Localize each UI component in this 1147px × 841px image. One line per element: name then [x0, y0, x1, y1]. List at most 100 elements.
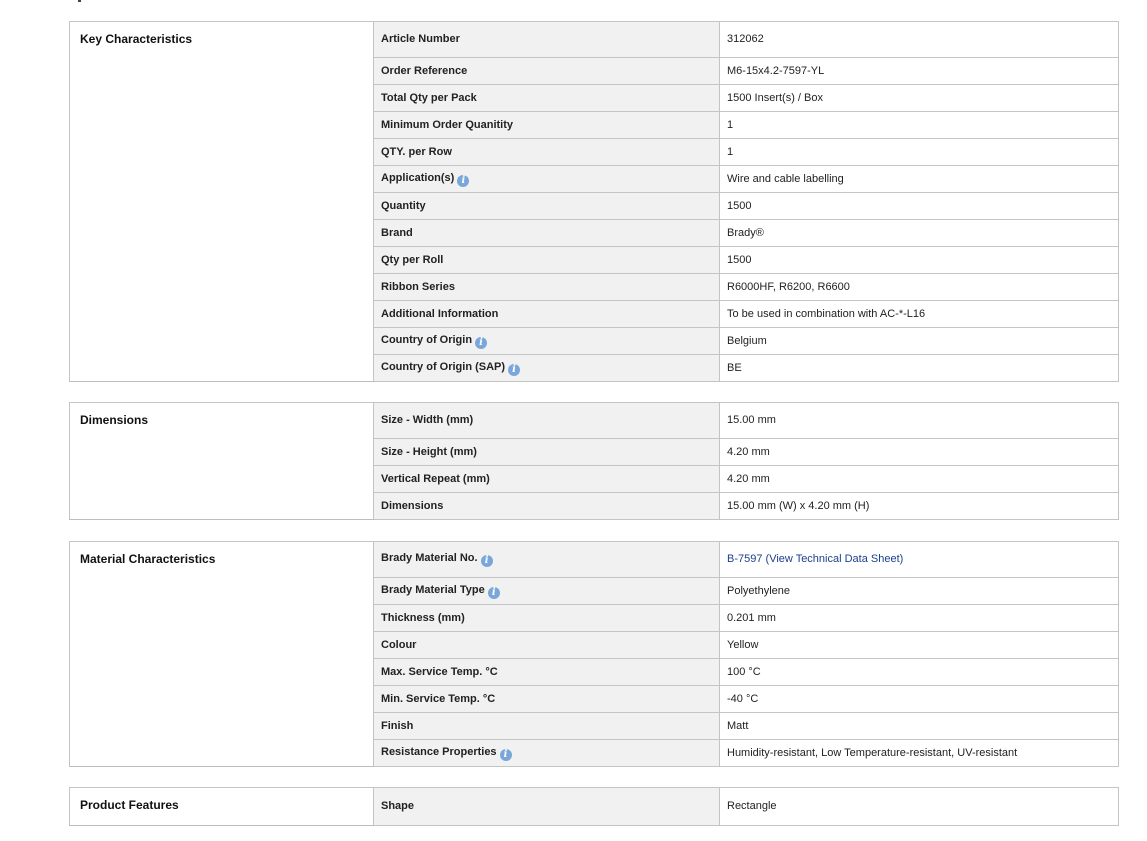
property-label-cell: Minimum Order Quanitity	[373, 111, 720, 139]
property-label-cell: Shape	[373, 787, 720, 826]
property-value: Brady®	[727, 226, 764, 239]
property-value-cell: 0.201 mm	[719, 604, 1119, 632]
property-label-cell: Dimensions	[373, 492, 720, 520]
property-label-cell: Brady Material No. i	[373, 541, 720, 578]
property-label-cell: Min. Service Temp. °C	[373, 685, 720, 713]
table-row: Key Characteristics Article Number 312062	[69, 21, 1119, 382]
property-value-cell: BE	[719, 354, 1119, 382]
property-value-cell: 1500	[719, 192, 1119, 220]
property-label: Total Qty per Pack	[381, 91, 477, 104]
property-value: To be used in combination with AC-*-L16	[727, 307, 926, 320]
property-label: Brady Material No.	[381, 552, 478, 564]
property-label: Min. Service Temp. °C	[381, 692, 496, 705]
info-icon[interactable]: i	[487, 586, 500, 599]
technical-data-sheet-link[interactable]: B-7597 (View Technical Data Sheet)	[727, 553, 903, 565]
property-value: Matt	[727, 719, 749, 732]
info-icon[interactable]: i	[475, 336, 488, 349]
property-value-cell: 15.00 mm (W) x 4.20 mm (H)	[719, 492, 1119, 520]
property-label-cell: Size - Height (mm)	[373, 438, 720, 466]
property-label-cell: Brady Material Type i	[373, 577, 720, 605]
property-label: Brady Material Type	[381, 583, 485, 596]
property-label: Max. Service Temp. °C	[381, 665, 498, 678]
property-value-cell: 1	[719, 111, 1119, 139]
dimensions-table: Dimensions Size - Width (mm) 15.00 mm Size …	[69, 402, 1119, 520]
property-value: Wire and cable labelling	[727, 172, 844, 185]
property-value: 1	[727, 145, 734, 158]
table-row: Material Characteristics Brady Material N…	[69, 541, 1119, 767]
property-label: Shape	[381, 800, 415, 812]
property-value: 312062	[727, 33, 764, 45]
info-icon[interactable]: i	[457, 174, 470, 187]
section-title: Product Features	[69, 787, 374, 826]
property-value: Polyethylene	[727, 584, 790, 597]
property-label-cell: Quantity	[373, 192, 720, 220]
property-value: Humidity-resistant, Low Temperature-resi…	[727, 746, 1018, 759]
property-label: Country of Origin (SAP)	[381, 360, 506, 373]
property-label: QTY. per Row	[381, 145, 452, 158]
section-title: Key Characteristics	[69, 21, 374, 382]
property-value: 0.201 mm	[727, 611, 776, 624]
property-value: 100 °C	[727, 665, 761, 678]
property-value-cell: 312062	[719, 21, 1119, 58]
property-label-cell: Country of Origin (SAP) i	[373, 354, 720, 382]
property-value-cell: Rectangle	[719, 787, 1119, 826]
info-icon[interactable]: i	[508, 363, 521, 376]
property-value: 1500	[727, 253, 752, 266]
property-value: 4.20 mm	[727, 472, 770, 485]
property-value: 15.00 mm (W) x 4.20 mm (H)	[727, 499, 870, 512]
property-value: BE	[727, 361, 742, 374]
property-label-cell: Application(s) i	[373, 165, 720, 193]
property-label-cell: Colour	[373, 631, 720, 659]
property-label-cell: Country of Origin i	[373, 327, 720, 355]
property-label: Quantity	[381, 199, 426, 212]
property-value: 1500	[727, 199, 752, 212]
property-label: Size - Height (mm)	[381, 445, 477, 458]
property-label-cell: Thickness (mm)	[373, 604, 720, 632]
section-title: Material Characteristics	[69, 541, 374, 767]
property-label-cell: Finish	[373, 712, 720, 740]
key-characteristics-table: Key Characteristics Article Number 312062 O…	[69, 21, 1119, 382]
property-label-cell: QTY. per Row	[373, 138, 720, 166]
property-value: 1500 Insert(s) / Box	[727, 91, 823, 104]
property-value-cell: B-7597 (View Technical Data Sheet)	[719, 541, 1119, 578]
property-value-cell: Polyethylene	[719, 577, 1119, 605]
section-title: Dimensions	[69, 402, 374, 520]
property-value-cell: Wire and cable labelling	[719, 165, 1119, 193]
property-label: Thickness (mm)	[381, 611, 465, 624]
property-value-cell: 4.20 mm	[719, 465, 1119, 493]
info-icon[interactable]: i	[480, 555, 493, 567]
property-label: Brand	[381, 226, 413, 239]
property-value-cell: To be used in combination with AC-*-L16	[719, 300, 1119, 328]
property-value: Rectangle	[727, 800, 777, 812]
property-label: Colour	[381, 638, 417, 651]
property-label: Order Reference	[381, 64, 468, 77]
property-value: -40 °C	[727, 692, 759, 705]
property-label: Size - Width (mm)	[381, 414, 474, 426]
property-value-cell: 1500 Insert(s) / Box	[719, 84, 1119, 112]
property-label-cell: Vertical Repeat (mm)	[373, 465, 720, 493]
property-value: 1	[727, 118, 734, 131]
property-value-cell: 1500	[719, 246, 1119, 274]
property-value: Belgium	[727, 334, 767, 347]
property-label: Additional Information	[381, 307, 499, 320]
property-value-cell: Humidity-resistant, Low Temperature-resi…	[719, 739, 1119, 767]
info-icon[interactable]: i	[499, 748, 512, 761]
product-features-table: Product Features Shape Rectangle	[69, 787, 1119, 826]
property-value: Yellow	[727, 638, 759, 651]
property-label-cell: Total Qty per Pack	[373, 84, 720, 112]
table-row: Product Features Shape Rectangle	[69, 787, 1119, 826]
property-value-cell: R6000HF, R6200, R6600	[719, 273, 1119, 301]
property-label: Vertical Repeat (mm)	[381, 472, 490, 485]
property-label-cell: Additional Information	[373, 300, 720, 328]
property-label-cell: Article Number	[373, 21, 720, 58]
page-top-fragment	[78, 0, 81, 2]
property-label-cell: Order Reference	[373, 57, 720, 85]
property-label-cell: Brand	[373, 219, 720, 247]
property-label: Resistance Properties	[381, 745, 497, 758]
property-value-cell: Matt	[719, 712, 1119, 740]
property-value-cell: 15.00 mm	[719, 402, 1119, 439]
property-value: 4.20 mm	[727, 445, 770, 458]
property-label: Ribbon Series	[381, 280, 455, 293]
property-value-cell: Brady®	[719, 219, 1119, 247]
material-characteristics-table: Material Characteristics Brady Material N…	[69, 541, 1119, 767]
